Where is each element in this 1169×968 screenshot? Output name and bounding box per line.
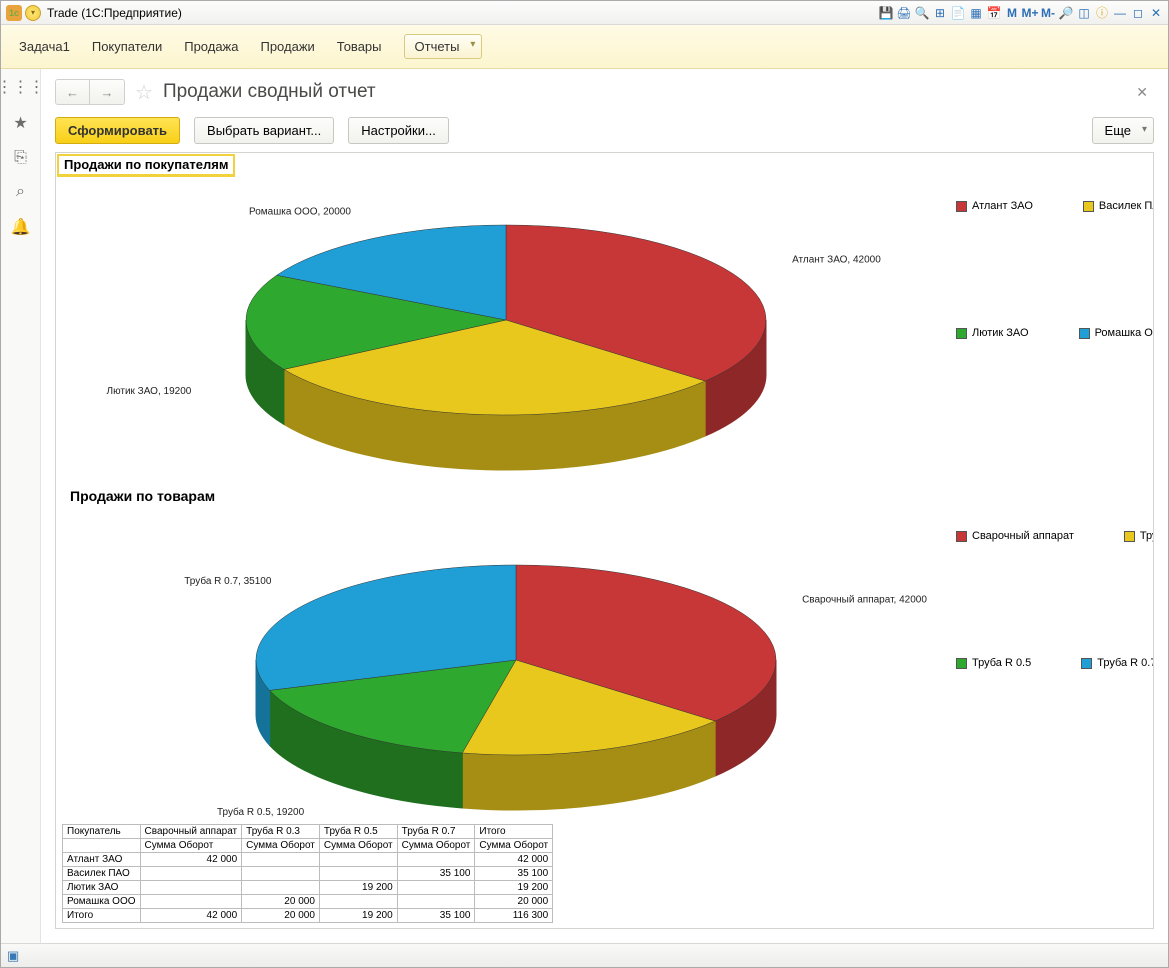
chart-customers: Атлант ЗАО, 42000Василек ПАО, 35100Лютик… [56,180,1153,480]
slice-label: Труба R 0.5, 19200 [217,806,305,818]
choose-variant-button[interactable]: Выбрать вариант... [194,117,334,144]
slice-label: Сварочный аппарат, 42000 [802,595,927,606]
legend-customers: Атлант ЗАО Василек ПАО Лютик ЗАО Ромашка ОО… [956,180,1154,480]
print-icon[interactable]: 🖨 [896,5,912,21]
app-subtitle: (1С:Предприятие) [81,6,182,20]
pie-products: Сварочный аппарат, 42000Труба R 0.3, 200… [56,510,956,820]
minimize-button[interactable]: — [1112,5,1128,21]
system-menu-icon[interactable]: ▾ [25,5,41,21]
pie-customers: Атлант ЗАО, 42000Василек ПАО, 35100Лютик… [56,180,956,480]
chart-products: Сварочный аппарат, 42000Труба R 0.3, 200… [56,510,1153,820]
memory-m-button[interactable]: M [1004,5,1020,21]
menubar: Задача1 Покупатели Продажа Продажи Товар… [1,25,1168,69]
statusbar: ▣ [1,943,1168,967]
menu-task1[interactable]: Задача1 [19,39,70,54]
legend-swatch [956,658,967,669]
maximize-button[interactable]: ◻ [1130,5,1146,21]
legend-swatch [1083,201,1094,212]
table-row: Атлант ЗАО42 00042 000 [63,853,553,867]
menu-products[interactable]: Товары [337,39,382,54]
info-icon[interactable]: ⓘ [1094,5,1110,21]
memory-mminus-button[interactable]: M- [1040,5,1056,21]
legend-item: Труба R 0.7 [1081,657,1154,669]
table-row: Ромашка ООО20 00020 000 [63,895,553,909]
menu-reports-dropdown[interactable]: Отчеты [404,34,483,59]
legend-products: Сварочный аппарат Труба R 0.3 Труба R 0.5 Т… [956,510,1154,820]
panels-icon[interactable]: ◫ [1076,5,1092,21]
favorite-star-icon[interactable]: ☆ [135,80,153,105]
favorites-star-icon[interactable]: ★ [13,113,27,133]
menu-customers[interactable]: Покупатели [92,39,162,54]
zoom-in-icon[interactable]: 🔎 [1058,5,1074,21]
slice-label: Лютик ЗАО, 19200 [107,386,192,397]
legend-label: Труба R 0.7 [1097,657,1154,669]
save-icon[interactable]: 💾 [878,5,894,21]
slice-label: Атлант ЗАО, 42000 [792,255,881,266]
calendar-icon[interactable]: 📅 [986,5,1002,21]
legend-label: Лютик ЗАО [972,327,1029,339]
settings-button[interactable]: Настройки... [348,117,449,144]
app-title: Trade [47,6,78,20]
report-area: Продажи по покупателям Атлант ЗАО, 42000… [55,152,1154,929]
legend-item: Лютик ЗАО [956,327,1029,339]
more-button[interactable]: Еще [1092,117,1154,144]
legend-swatch [1079,328,1090,339]
titlebar: 1c ▾ Trade (1С:Предприятие) 💾 🖨 🔍 ⊞ 📄 ▦ … [1,1,1168,25]
notifications-bell-icon[interactable]: 🔔 [11,217,31,237]
compare-plus-icon[interactable]: ⊞ [932,5,948,21]
table-row: Лютик ЗАО19 20019 200 [63,881,553,895]
main-panel: ← → ☆ Продажи сводный отчет ✕ Сформирова… [41,69,1168,943]
legend-item: Труба R 0.3 [1124,530,1154,542]
titlebar-tools: 💾 🖨 🔍 ⊞ 📄 ▦ 📅 M M+ M- 🔎 ◫ ⓘ — ◻ ✕ [878,5,1168,21]
legend-label: Сварочный аппарат [972,530,1074,542]
legend-swatch [956,201,967,212]
legend-item: Василек ПАО [1083,200,1154,212]
legend-label: Труба R 0.5 [972,657,1031,669]
generate-button[interactable]: Сформировать [55,117,180,144]
menu-sales[interactable]: Продажи [260,39,314,54]
close-tab-icon[interactable]: ✕ [1136,84,1148,101]
legend-swatch [956,531,967,542]
table-row: Василек ПАО35 10035 100 [63,867,553,881]
section-products-title: Продажи по товарам [64,486,221,506]
nav-back-button[interactable]: ← [56,80,90,104]
section-customers-title: Продажи по покупателям [58,155,234,176]
memory-mplus-button[interactable]: M+ [1022,5,1038,21]
slice-label: Ромашка ООО, 20000 [249,206,351,217]
compare-doc-icon[interactable]: 📄 [950,5,966,21]
legend-label: Труба R 0.3 [1140,530,1154,542]
apps-grid-icon[interactable]: ⋮⋮⋮ [0,77,45,97]
legend-swatch [1081,658,1092,669]
close-button[interactable]: ✕ [1148,5,1164,21]
summary-table: ПокупательСварочный аппаратТруба R 0.3Тр… [62,824,553,923]
legend-item: Сварочный аппарат [956,530,1074,542]
legend-label: Атлант ЗАО [972,200,1033,212]
nav-arrows: ← → [55,79,125,105]
preview-icon[interactable]: 🔍 [914,5,930,21]
page-title: Продажи сводный отчет [163,81,376,103]
left-sidebar: ⋮⋮⋮ ★ ⎘ ⌕ 🔔 [1,69,41,943]
legend-item: Атлант ЗАО [956,200,1033,212]
clipboard-icon[interactable]: ⎘ [14,149,27,167]
legend-label: Василек ПАО [1099,200,1154,212]
menu-sale[interactable]: Продажа [184,39,238,54]
search-icon[interactable]: ⌕ [16,183,25,201]
legend-swatch [956,328,967,339]
legend-item: Труба R 0.5 [956,657,1031,669]
legend-swatch [1124,531,1135,542]
status-icon: ▣ [7,948,19,964]
table-row: Итого42 00020 00019 20035 100116 300 [63,909,553,923]
app-icon: 1c [6,5,22,21]
legend-label: Ромашка ООО [1095,327,1154,339]
nav-forward-button[interactable]: → [90,80,124,104]
calendar-grid-icon[interactable]: ▦ [968,5,984,21]
slice-label: Труба R 0.7, 35100 [184,575,272,587]
legend-item: Ромашка ООО [1079,327,1154,339]
